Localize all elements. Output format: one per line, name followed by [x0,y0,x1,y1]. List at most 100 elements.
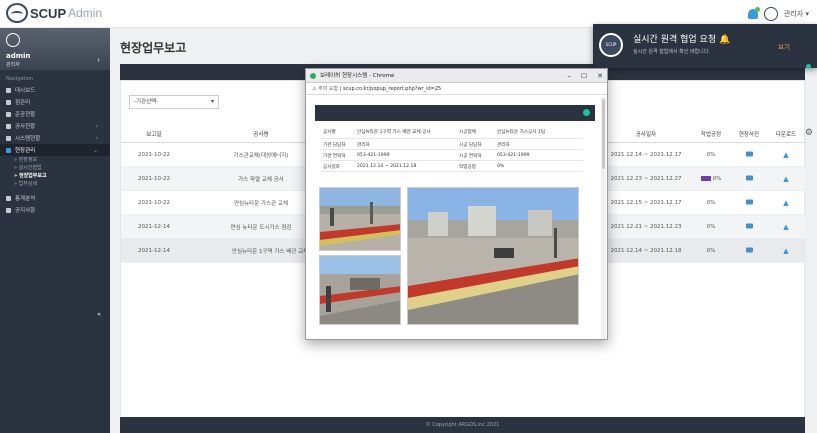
download-icon[interactable]: ▲ [766,247,806,255]
scup-logo-icon: SCUP [599,33,623,57]
photo-icon[interactable] [729,247,769,254]
notification-title: 실시간 원격 협업 요청 🔔 [633,35,731,45]
close-icon[interactable]: ✕ [597,69,603,83]
info-value: 관리자 [497,143,510,148]
sidebar-item-notice[interactable]: 공지사항 [0,204,110,216]
download-icon[interactable]: ▲ [766,199,806,207]
row-period: 2021.12.23 ~ 2021.12.27 [610,175,682,182]
site-photo[interactable] [407,187,579,325]
sidebar-subitem-detail[interactable]: » 업무상세 [0,180,110,188]
progress-bar [700,175,711,181]
download-icon[interactable]: ▲ [766,151,806,159]
info-label: 기관 담당자 [323,143,346,148]
sidebar-item-completed[interactable]: 준공현황 [0,108,110,120]
sidebar-profile: admin 관리자 › [0,28,110,70]
profile-role: 관리자 [6,62,20,68]
info-label: 작업공정 [459,165,476,170]
sidebar-subitem-report[interactable]: » 현장업무보고 [0,172,110,180]
statistics-icon [6,195,11,201]
sidebar-item-label: 점관리 [15,100,31,106]
info-row: 공사일자 2021.12.14 ~ 2021.12.18 작업공정 0% [321,162,583,172]
minimize-icon[interactable]: – [567,69,571,83]
profile-avatar-icon [6,33,20,47]
page-title: 현장업무보고 [120,41,187,55]
logo-icon [6,3,28,23]
info-value: 0% [497,164,505,169]
user-avatar-icon[interactable] [763,7,778,21]
sidebar-item-site-management[interactable]: 현장관리 ⌄ [0,144,110,156]
photo-icon[interactable] [729,175,769,182]
site-photo[interactable] [319,187,401,251]
info-label: 시공 연락처 [459,154,482,159]
popup-titlebar: 보레이허 현장시스템 - Chrome – ☐ ✕ [306,69,607,83]
agency-select[interactable]: -기관선택- [129,95,219,109]
sidebar: admin 관리자 › Navigation 대시보드 점관리 준공현황 공사현… [0,28,110,433]
info-row: 공사명 안심뉴타운 1구역 가스 배관 교체 공사 시공업체 안심뉴타운 가스공… [321,127,583,139]
profile-username: admin [6,52,31,60]
notification-bell-icon[interactable] [747,7,760,19]
download-icon[interactable]: ▲ [766,175,806,183]
chevron-right-icon: › [95,134,98,142]
sidebar-item-dashboard[interactable]: 대시보드 [0,84,110,96]
info-row: 기관 연락처 053-421-1999 시공 연락처 053-421-1999 [321,151,583,161]
photo-icon[interactable] [729,199,769,206]
column-header: 공사일자 [635,131,657,138]
brand-name: SCUP [30,5,67,21]
sidebar-item-store[interactable]: 점관리 [0,96,110,108]
info-label: 시공 담당자 [459,143,482,148]
realtime-request-notification: SCUP 실시간 원격 협업 요청 🔔 실시간 원격 협업에서 확인 바랍니다.… [593,24,817,69]
sidebar-item-label: 준공현황 [15,112,36,118]
sidebar-item-label: 통계분석 [15,196,36,202]
settings-gear-icon[interactable]: ⚙ [805,128,813,138]
info-label: 공사일자 [323,165,340,170]
nav-heading: Navigation [6,76,33,82]
popup-title: 보레이허 현장시스템 - Chrome [320,73,395,79]
footer: © Copyright ARGOS,inc 2021 [120,417,805,433]
popup-scrollbar[interactable] [601,97,606,339]
sidebar-item-label: 공사현황 [15,124,36,130]
info-label: 시공업체 [459,130,476,135]
sidebar-subitem-site-info[interactable]: » 현장정보 [0,156,110,164]
store-icon [6,99,11,105]
url-security-label: 주의 요함 [318,86,339,92]
row-period: 2021.12.15 ~ 2021.12.17 [610,199,682,206]
sidebar-item-construction[interactable]: 공사현황 › [0,120,110,132]
row-progress: 0% [691,175,731,182]
notification-subtitle: 실시간 원격 협업에서 확인 바랍니다. [633,49,710,55]
row-date: 2021-10-22 [138,199,170,206]
row-period: 2021.12.14 ~ 2021.12.17 [610,151,682,158]
top-right-tools: 관리자 ▾ [747,7,809,21]
bell-icon: 🔔 [718,35,731,45]
row-period: 2021.12.21 ~ 2021.12.23 [610,223,682,230]
construction-icon [6,123,11,129]
app-window: SCUP Admin 관리자 ▾ admin 관리자 › Navigation … [0,0,817,433]
notice-icon [6,207,11,213]
photo-icon[interactable] [729,151,769,158]
info-row: 기관 담당자 관리자 시공 담당자 관리자 [321,140,583,150]
chart-icon [6,111,11,117]
site-photo[interactable] [319,255,401,325]
window-controls: – ☐ ✕ [567,69,603,83]
download-icon[interactable]: ▲ [766,223,806,231]
row-date: 2021-12-14 [138,223,170,230]
sidebar-collapse-button[interactable]: « [93,310,105,320]
maximize-icon[interactable]: ☐ [581,69,587,83]
info-value: 053-421-1999 [357,153,390,158]
popup-url-bar[interactable]: ⚠ 주의 요함 | scup.co.kr/popup_report.php?wr… [306,83,607,95]
photo-icon[interactable] [729,223,769,230]
sidebar-item-label: 시스템현황 [15,136,41,142]
sidebar-subitem-realtime[interactable]: » 실시간협업 [0,164,110,172]
brand-sub: Admin [68,6,103,20]
sidebar-item-system[interactable]: 시스템현황 › [0,132,110,144]
info-label: 공사명 [323,130,336,135]
user-menu[interactable]: 관리자 ▾ [784,9,809,19]
popup-body: 공사명 안심뉴타운 1구역 가스 배관 교체 공사 시공업체 안심뉴타운 가스공… [315,105,595,334]
chevron-right-icon[interactable]: › [97,56,100,64]
column-header: 현장사진 [738,131,760,138]
view-button[interactable]: 보기 [778,41,790,51]
row-date: 2021-12-14 [138,247,170,254]
column-header: 작업공정 [700,131,722,138]
info-value: 안심뉴타운 1구역 가스 배관 교체 공사 [357,130,431,135]
sidebar-item-statistics[interactable]: 통계분석 [0,192,110,204]
logo[interactable]: SCUP Admin [6,3,102,23]
